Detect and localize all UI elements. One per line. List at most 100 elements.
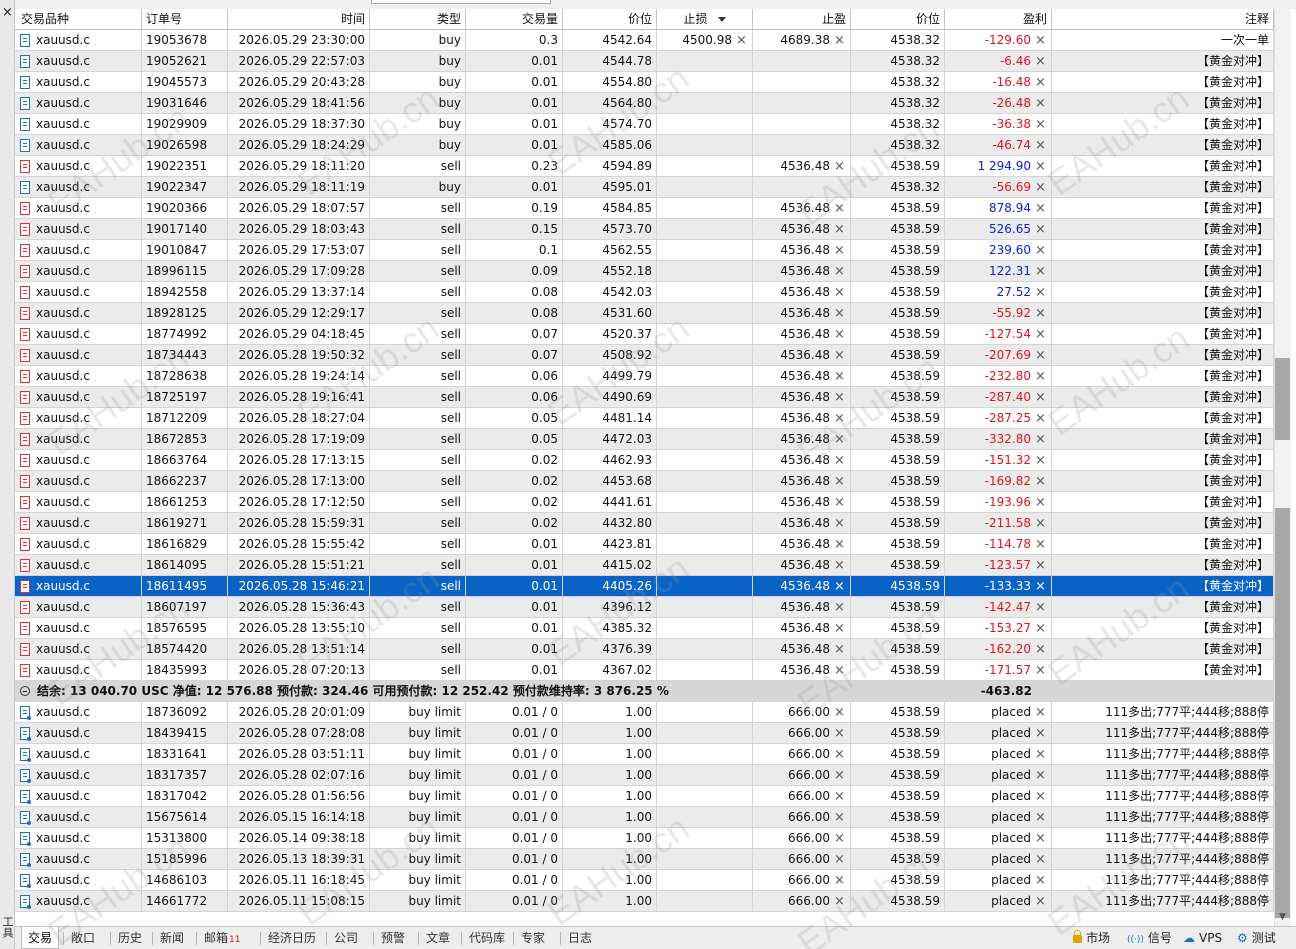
tab-9[interactable]: 代码库 bbox=[463, 927, 511, 949]
order-row[interactable]: xauusd.c 18317042 2026.05.28 01:56:56 buy l… bbox=[15, 786, 1274, 807]
header-comment[interactable]: 注释 bbox=[1052, 9, 1274, 30]
close-icon[interactable]: × bbox=[1035, 387, 1046, 408]
trade-row[interactable]: xauusd.c 18996115 2026.05.29 17:09:28 sell 0… bbox=[15, 261, 1274, 282]
header-volume[interactable]: 交易量 bbox=[466, 9, 563, 30]
close-icon[interactable]: × bbox=[834, 597, 845, 618]
close-icon[interactable]: × bbox=[0, 6, 15, 19]
trade-row[interactable]: xauusd.c 18728638 2026.05.28 19:24:14 sell 0… bbox=[15, 366, 1274, 387]
close-icon[interactable]: × bbox=[834, 618, 845, 639]
tab-4[interactable]: 邮箱11 bbox=[198, 927, 246, 949]
close-icon[interactable]: × bbox=[834, 702, 845, 723]
close-icon[interactable]: × bbox=[1035, 807, 1046, 828]
close-icon[interactable]: × bbox=[834, 219, 845, 240]
close-icon[interactable]: × bbox=[1035, 51, 1046, 72]
status-1[interactable]: ((·)) 信号 bbox=[1127, 927, 1172, 949]
order-row[interactable]: xauusd.c 15185996 2026.05.13 18:39:31 buy l… bbox=[15, 849, 1274, 870]
trade-row[interactable]: xauusd.c 19010847 2026.05.29 17:53:07 sell 0… bbox=[15, 240, 1274, 261]
close-icon[interactable]: × bbox=[1035, 72, 1046, 93]
close-icon[interactable]: × bbox=[1035, 849, 1046, 870]
close-icon[interactable]: × bbox=[1035, 261, 1046, 282]
trade-row[interactable]: xauusd.c 18928125 2026.05.29 12:29:17 sell 0… bbox=[15, 303, 1274, 324]
trade-row[interactable]: xauusd.c 19017140 2026.05.29 18:03:43 sell 0… bbox=[15, 219, 1274, 240]
tab-0[interactable]: 交易 bbox=[21, 927, 60, 949]
close-icon[interactable]: × bbox=[1035, 555, 1046, 576]
tab-11[interactable]: 日志 bbox=[562, 927, 598, 949]
header-time[interactable]: 时间 bbox=[228, 9, 370, 30]
close-icon[interactable]: × bbox=[1035, 660, 1046, 681]
close-icon[interactable]: × bbox=[834, 156, 845, 177]
close-icon[interactable]: × bbox=[834, 198, 845, 219]
close-icon[interactable]: × bbox=[1035, 114, 1046, 135]
close-icon[interactable]: × bbox=[1035, 576, 1046, 597]
close-icon[interactable]: × bbox=[1035, 324, 1046, 345]
close-icon[interactable]: × bbox=[1035, 156, 1046, 177]
close-icon[interactable]: × bbox=[1035, 786, 1046, 807]
trade-row[interactable]: xauusd.c 18435993 2026.05.28 07:20:13 sell 0… bbox=[15, 660, 1274, 681]
header-sl[interactable]: 止损 bbox=[657, 9, 753, 30]
close-icon[interactable]: × bbox=[1035, 492, 1046, 513]
trade-row[interactable]: xauusd.c 18576595 2026.05.28 13:55:10 sell 0… bbox=[15, 618, 1274, 639]
close-icon[interactable]: × bbox=[834, 513, 845, 534]
close-icon[interactable]: × bbox=[1035, 597, 1046, 618]
status-3[interactable]: ⚙ 测试 bbox=[1237, 927, 1276, 949]
close-icon[interactable]: × bbox=[834, 660, 845, 681]
trade-row[interactable]: xauusd.c 18672853 2026.05.28 17:19:09 sell 0… bbox=[15, 429, 1274, 450]
close-icon[interactable]: × bbox=[834, 324, 845, 345]
tab-2[interactable]: 历史 bbox=[112, 927, 148, 949]
order-row[interactable]: xauusd.c 14686103 2026.05.11 16:18:45 buy l… bbox=[15, 870, 1274, 891]
trade-row[interactable]: xauusd.c 18662237 2026.05.28 17:13:00 sell 0… bbox=[15, 471, 1274, 492]
close-icon[interactable]: × bbox=[834, 828, 845, 849]
close-icon[interactable]: × bbox=[834, 534, 845, 555]
trade-row[interactable]: xauusd.c 18712209 2026.05.28 18:27:04 sell 0… bbox=[15, 408, 1274, 429]
order-row[interactable]: xauusd.c 18331641 2026.05.28 03:51:11 buy l… bbox=[15, 744, 1274, 765]
close-icon[interactable]: × bbox=[1035, 534, 1046, 555]
close-icon[interactable]: × bbox=[1035, 366, 1046, 387]
header-current-price[interactable]: 价位 bbox=[851, 9, 945, 30]
close-icon[interactable]: × bbox=[1035, 702, 1046, 723]
close-icon[interactable]: × bbox=[1035, 135, 1046, 156]
tab-10[interactable]: 专家 bbox=[515, 927, 551, 949]
close-icon[interactable]: × bbox=[1035, 471, 1046, 492]
trade-row[interactable]: xauusd.c 18616829 2026.05.28 15:55:42 sell 0… bbox=[15, 534, 1274, 555]
tab-6[interactable]: 公司 bbox=[328, 927, 364, 949]
trade-row[interactable]: xauusd.c 18774992 2026.05.29 04:18:45 sell 0… bbox=[15, 324, 1274, 345]
close-icon[interactable]: × bbox=[834, 870, 845, 891]
close-icon[interactable]: × bbox=[1035, 618, 1046, 639]
trade-row[interactable]: xauusd.c 18607197 2026.05.28 15:36:43 sell 0… bbox=[15, 597, 1274, 618]
close-icon[interactable]: × bbox=[834, 555, 845, 576]
trade-row[interactable]: xauusd.c 18663764 2026.05.28 17:13:15 sell 0… bbox=[15, 450, 1274, 471]
trade-row[interactable]: xauusd.c 19052621 2026.05.29 22:57:03 buy 0.… bbox=[15, 51, 1274, 72]
close-icon[interactable]: × bbox=[1035, 30, 1046, 51]
trade-row[interactable]: xauusd.c 19020366 2026.05.29 18:07:57 sell 0… bbox=[15, 198, 1274, 219]
close-icon[interactable]: × bbox=[1035, 219, 1046, 240]
tab-5[interactable]: 经济日历 bbox=[262, 927, 322, 949]
header-symbol[interactable]: 交易品种 bbox=[15, 9, 142, 30]
trade-row[interactable]: xauusd.c 18661253 2026.05.28 17:12:50 sell 0… bbox=[15, 492, 1274, 513]
close-icon[interactable]: × bbox=[834, 303, 845, 324]
status-0[interactable]: 市场 bbox=[1073, 927, 1110, 949]
close-icon[interactable]: × bbox=[834, 849, 845, 870]
trade-row[interactable]: xauusd.c 18734443 2026.05.28 19:50:32 sell 0… bbox=[15, 345, 1274, 366]
header-ticket[interactable]: 订单号 bbox=[142, 9, 228, 30]
close-icon[interactable]: × bbox=[1035, 177, 1046, 198]
close-icon[interactable]: × bbox=[834, 261, 845, 282]
trade-row[interactable]: xauusd.c 19022351 2026.05.29 18:11:20 sell 0… bbox=[15, 156, 1274, 177]
header-type[interactable]: 类型 bbox=[370, 9, 466, 30]
close-icon[interactable]: × bbox=[1035, 450, 1046, 471]
close-icon[interactable]: × bbox=[834, 744, 845, 765]
close-icon[interactable]: × bbox=[1035, 429, 1046, 450]
trade-row[interactable]: xauusd.c 18611495 2026.05.28 15:46:21 sell 0… bbox=[15, 576, 1274, 597]
close-icon[interactable]: × bbox=[1035, 870, 1046, 891]
close-icon[interactable]: × bbox=[834, 345, 845, 366]
trade-row[interactable]: xauusd.c 18725197 2026.05.28 19:16:41 sell 0… bbox=[15, 387, 1274, 408]
close-icon[interactable]: × bbox=[834, 429, 845, 450]
trade-row[interactable]: xauusd.c 19053678 2026.05.29 23:30:00 buy 0.… bbox=[15, 30, 1274, 51]
status-2[interactable]: ☁ VPS bbox=[1183, 927, 1222, 949]
close-icon[interactable]: × bbox=[834, 891, 845, 912]
close-icon[interactable]: × bbox=[834, 282, 845, 303]
header-price[interactable]: 价位 bbox=[563, 9, 657, 30]
order-row[interactable]: xauusd.c 15675614 2026.05.15 16:14:18 buy l… bbox=[15, 807, 1274, 828]
close-icon[interactable]: × bbox=[834, 807, 845, 828]
trade-row[interactable]: xauusd.c 19029909 2026.05.29 18:37:30 buy 0.… bbox=[15, 114, 1274, 135]
close-icon[interactable]: × bbox=[1035, 513, 1046, 534]
